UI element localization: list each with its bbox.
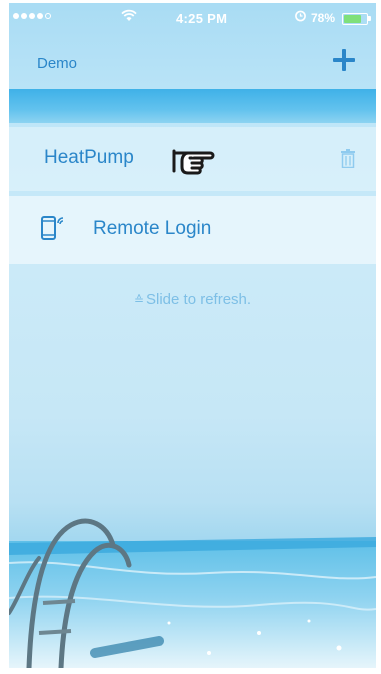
pool-background-image: [9, 518, 376, 668]
app-screen: 4:25 PM 78% Demo HeatPump Remote Login ≙…: [9, 3, 376, 668]
status-time: 4:25 PM: [176, 11, 228, 26]
nav-bar: Demo: [9, 33, 376, 89]
alarm-icon: [295, 10, 306, 22]
remote-login-label: Remote Login: [93, 218, 212, 239]
refresh-hint: ≙ Slide to refresh.: [9, 291, 376, 308]
battery-fill: [344, 15, 361, 23]
add-device-button[interactable]: [327, 43, 361, 77]
wifi-icon: [121, 9, 137, 21]
phone-wifi-icon: [41, 216, 64, 240]
battery-percent: 78%: [311, 11, 336, 25]
status-bar: 4:25 PM 78%: [9, 3, 376, 33]
down-arrows-icon: ≙: [133, 293, 144, 307]
remote-login-item[interactable]: Remote Login: [9, 196, 376, 264]
pointing-hand-icon: [172, 149, 215, 175]
header-accent-band: [9, 89, 376, 123]
device-list-item[interactable]: HeatPump: [9, 127, 376, 191]
battery-tip: [368, 16, 371, 21]
refresh-hint-text: Slide to refresh.: [146, 291, 252, 308]
nav-title: Demo: [37, 55, 78, 72]
signal-strength-icon: [13, 13, 51, 19]
battery-icon: [342, 13, 368, 25]
device-name: HeatPump: [44, 147, 134, 168]
trash-icon[interactable]: [340, 149, 356, 168]
